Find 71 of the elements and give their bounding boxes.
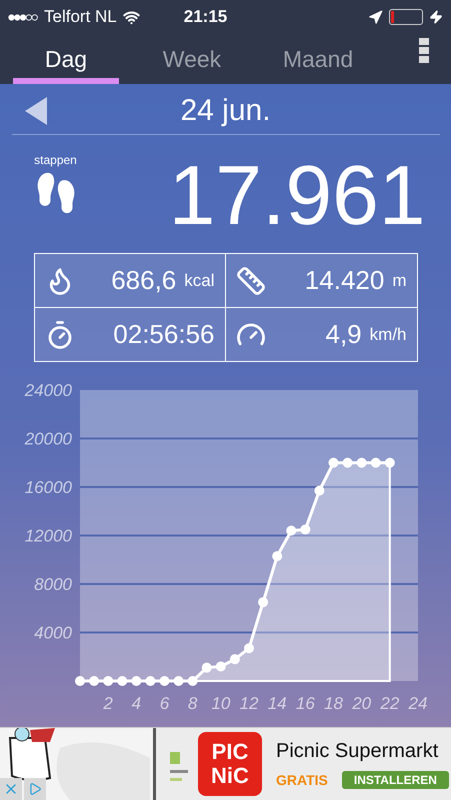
data-point [174, 676, 184, 686]
ruler-icon [236, 266, 266, 296]
data-point [230, 654, 240, 664]
y-axis-label: 16000 [24, 478, 72, 497]
y-axis-label: 8000 [34, 575, 72, 594]
location-icon [368, 10, 383, 24]
steps-label: stappen [34, 153, 77, 167]
carrier-name: Telfort NL [44, 7, 117, 27]
x-axis-label: 6 [160, 694, 170, 713]
battery-icon [389, 9, 423, 25]
y-axis-label: 12000 [24, 526, 72, 546]
stat-unit: km/h [370, 324, 406, 344]
x-axis-label: 20 [352, 694, 372, 713]
play-icon[interactable] [24, 778, 46, 800]
logo-text: NiC [211, 764, 249, 788]
data-point [117, 676, 128, 686]
data-point [384, 458, 395, 468]
x-axis-label: 16 [296, 694, 315, 713]
data-point [89, 676, 100, 686]
data-point [342, 458, 353, 468]
back-arrow-icon[interactable] [24, 97, 48, 125]
close-icon[interactable] [0, 778, 22, 800]
data-point [244, 643, 254, 654]
install-button[interactable]: INSTALLEREN [342, 770, 449, 788]
stat-value: 686,6 [111, 265, 176, 296]
data-point [188, 676, 198, 686]
data-point [131, 676, 142, 686]
date-title: 24 jun. [179, 94, 272, 128]
data-point [356, 458, 367, 468]
data-point [258, 597, 268, 608]
data-point [370, 458, 381, 468]
ad-banner[interactable]: PIC NiC Picnic Supermarkt GRATIS INSTALLEREN [0, 727, 451, 800]
y-axis-label: 4000 [34, 624, 72, 642]
data-point [314, 486, 324, 496]
stat-unit: kcal [184, 270, 214, 290]
x-axis-label: 8 [188, 694, 198, 713]
x-axis-label: 18 [324, 694, 343, 713]
data-point [300, 524, 310, 534]
price-label: GRATIS [276, 772, 328, 788]
x-axis-label: 22 [380, 694, 400, 713]
tab[interactable]: Week [139, 34, 245, 84]
stat-value: 14.420 [304, 265, 384, 296]
data-point [328, 458, 338, 468]
x-axis-label: 14 [268, 694, 287, 713]
data-point [272, 551, 282, 562]
x-axis-label: 4 [132, 694, 142, 713]
ad-title: Picnic Supermarkt [276, 740, 440, 762]
x-axis-label: 10 [211, 694, 230, 713]
data-point [103, 676, 114, 686]
data-point [75, 676, 85, 686]
clock-time: 21:15 [184, 7, 228, 27]
x-axis-label: 24 [408, 694, 428, 713]
data-point [145, 676, 156, 686]
data-point [202, 662, 212, 673]
stat-unit: m [392, 270, 406, 290]
data-point [160, 676, 170, 686]
y-axis-label: 20000 [24, 430, 72, 448]
x-axis-label: 2 [103, 694, 113, 713]
signal-icon [8, 14, 38, 20]
y-axis-label: 24000 [24, 381, 72, 400]
x-axis-label: 12 [240, 694, 258, 713]
stat-value: 02:56:56 [113, 319, 214, 350]
menu-icon[interactable] [419, 38, 429, 63]
data-point [286, 526, 296, 536]
data-point [216, 661, 226, 672]
logo-text: PIC [212, 740, 248, 764]
charging-icon [429, 10, 443, 24]
steps-count: 17.961 [168, 153, 426, 237]
tab[interactable]: Maand [265, 34, 371, 84]
wifi-icon [122, 8, 140, 26]
stat-value: 4,9 [326, 319, 362, 350]
